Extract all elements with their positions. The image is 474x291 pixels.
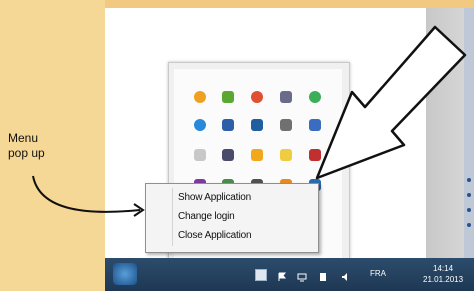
curved-pointer-arrow bbox=[32, 175, 141, 213]
big-outline-arrow bbox=[315, 25, 467, 180]
annotation-arrows bbox=[32, 25, 467, 217]
